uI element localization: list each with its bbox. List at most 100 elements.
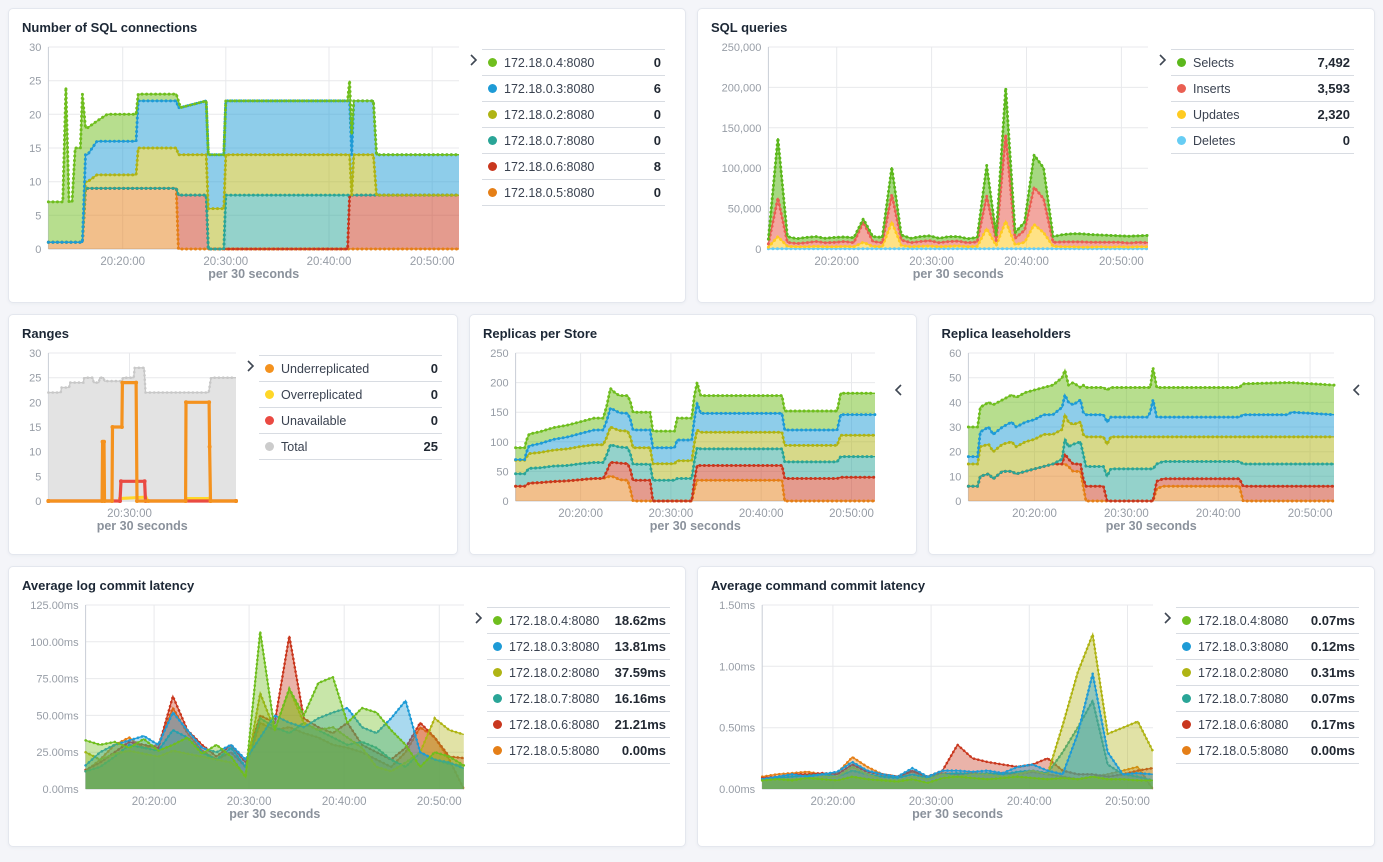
series-color-dot xyxy=(1177,110,1186,119)
series-color-dot xyxy=(488,58,497,67)
series-color-dot xyxy=(1177,58,1186,67)
svg-text:per 30 seconds: per 30 seconds xyxy=(97,519,188,533)
chart-average-command-commit-latency[interactable]: 0.00ms0.50ms1.00ms1.50ms20:20:0020:30:00… xyxy=(711,595,1161,823)
series-color-dot xyxy=(1182,694,1191,703)
legend-collapse-chevron[interactable] xyxy=(1158,53,1167,154)
legend-value: 16.16ms xyxy=(615,691,666,706)
svg-text:250,000: 250,000 xyxy=(722,42,762,54)
svg-text:100.00ms: 100.00ms xyxy=(30,637,79,649)
dashboard-row-2: Ranges 05101520253020:30:00per 30 second… xyxy=(0,314,1383,555)
series-color-dot xyxy=(1182,642,1191,651)
svg-text:25: 25 xyxy=(29,373,41,385)
legend-row: 172.18.0.5:80800 xyxy=(482,180,665,206)
chart-number-of-sql-connections[interactable]: 05101520253020:20:0020:30:0020:40:0020:5… xyxy=(22,37,467,283)
svg-text:1.50ms: 1.50ms xyxy=(719,600,756,612)
legend-value: 0 xyxy=(654,133,661,148)
chart-replicas-per-store[interactable]: 05010015020025020:20:0020:30:0020:40:002… xyxy=(483,343,883,535)
legend-collapse-chevron[interactable] xyxy=(246,359,255,460)
svg-text:20:40:00: 20:40:00 xyxy=(322,796,367,808)
legend-label: Deletes xyxy=(1193,134,1336,148)
chart-sql-queries[interactable]: 050,000100,000150,000200,000250,00020:20… xyxy=(711,37,1156,283)
legend-collapse-chevron[interactable] xyxy=(469,53,478,206)
legend-value: 25 xyxy=(424,439,438,454)
chevron-left-icon xyxy=(1352,383,1361,397)
legend-row: 172.18.0.3:8080 6 xyxy=(482,76,665,102)
dashboard-row-3: Average log commit latency 0.00ms25.00ms… xyxy=(0,566,1383,847)
chart-average-log-commit-latency[interactable]: 0.00ms25.00ms50.00ms75.00ms100.00ms125.0… xyxy=(22,595,472,823)
legend-label: 172.18.0.6:8080 xyxy=(1198,718,1304,732)
series-color-dot xyxy=(1182,616,1191,625)
svg-text:20:20:00: 20:20:00 xyxy=(811,796,856,808)
legend-value: 6 xyxy=(654,81,661,96)
svg-text:10: 10 xyxy=(949,471,961,483)
svg-text:20:50:00: 20:50:00 xyxy=(1105,796,1150,808)
svg-text:30: 30 xyxy=(949,422,961,434)
svg-text:100,000: 100,000 xyxy=(722,163,762,175)
legend-collapse-chevron[interactable] xyxy=(474,611,483,764)
legend-value: 0.12ms xyxy=(1311,639,1355,654)
legend-value: 2,320 xyxy=(1317,107,1350,122)
series-color-dot xyxy=(488,110,497,119)
svg-text:0: 0 xyxy=(502,496,508,508)
svg-text:50.00ms: 50.00ms xyxy=(36,710,79,722)
legend-label: 172.18.0.4:8080 xyxy=(509,614,608,628)
svg-text:100: 100 xyxy=(490,437,508,449)
panel-title: Replicas per Store xyxy=(483,326,903,341)
panel-sql-queries: SQL queries 050,000100,000150,000200,000… xyxy=(697,8,1375,303)
svg-text:20:40:00: 20:40:00 xyxy=(307,256,352,268)
legend-label: 172.18.0.7:8080 xyxy=(509,692,608,706)
legend-row: 172.18.0.4:80800 xyxy=(482,50,665,76)
series-color-dot xyxy=(265,390,274,399)
series-color-dot xyxy=(493,642,502,651)
legend-value: 0.17ms xyxy=(1311,717,1355,732)
panel-ranges: Ranges 05101520253020:30:00per 30 second… xyxy=(8,314,458,555)
chart-ranges[interactable]: 05101520253020:30:00per 30 seconds xyxy=(22,343,244,535)
svg-text:50: 50 xyxy=(496,466,508,478)
panel-title: Replica leaseholders xyxy=(942,326,1362,341)
legend-row: 172.18.0.5:80800.00ms xyxy=(487,738,670,764)
legend-label: Unavailable xyxy=(281,414,424,428)
legend-expand-chevron[interactable] xyxy=(894,383,903,397)
svg-text:20:40:00: 20:40:00 xyxy=(1195,508,1240,520)
series-color-dot xyxy=(1177,136,1186,145)
metrics-dashboard: Number of SQL connections 05101520253020… xyxy=(0,0,1383,862)
legend-collapse-chevron[interactable] xyxy=(1163,611,1172,764)
legend-row: 172.18.0.2:80800.31ms xyxy=(1176,660,1359,686)
legend-label: 172.18.0.3:8080 xyxy=(1198,640,1304,654)
legend-row: Inserts3,593 xyxy=(1171,76,1354,102)
panel-title: Number of SQL connections xyxy=(22,20,672,35)
panel-title: SQL queries xyxy=(711,20,1361,35)
svg-text:20:20:00: 20:20:00 xyxy=(132,796,177,808)
svg-text:15: 15 xyxy=(29,143,41,155)
svg-text:150: 150 xyxy=(490,407,508,419)
legend-label: Updates xyxy=(1193,108,1310,122)
legend-value: 0 xyxy=(654,107,661,122)
legend-row: 172.18.0.6:808021.21ms xyxy=(487,712,670,738)
series-color-dot xyxy=(493,668,502,677)
legend-label: 172.18.0.3:8080 xyxy=(509,640,608,654)
svg-text:50,000: 50,000 xyxy=(728,204,762,216)
series-color-dot xyxy=(493,720,502,729)
svg-text:40: 40 xyxy=(949,397,961,409)
legend-value: 0 xyxy=(1343,133,1350,148)
legend: 172.18.0.4:80800 172.18.0.3:8080 6 172.18… xyxy=(482,49,665,206)
legend: 172.18.0.4:8080 18.62ms 172.18.0.3:8080 13… xyxy=(487,607,670,764)
legend-value: 21.21ms xyxy=(615,717,666,732)
legend-expand-chevron[interactable] xyxy=(1352,383,1361,397)
svg-text:0: 0 xyxy=(35,244,41,256)
legend-label: 172.18.0.7:8080 xyxy=(1198,692,1304,706)
series-color-dot xyxy=(493,746,502,755)
legend-value: 18.62ms xyxy=(615,613,666,628)
svg-text:20: 20 xyxy=(29,397,41,409)
series-color-dot xyxy=(1182,720,1191,729)
svg-text:20: 20 xyxy=(949,447,961,459)
legend-label: 172.18.0.3:8080 xyxy=(504,82,647,96)
svg-text:0: 0 xyxy=(955,496,961,508)
svg-text:150,000: 150,000 xyxy=(722,123,762,135)
chevron-right-icon xyxy=(474,611,483,625)
chart-replica-leaseholders[interactable]: 010203040506020:20:0020:30:0020:40:0020:… xyxy=(942,343,1342,535)
svg-text:20:50:00: 20:50:00 xyxy=(417,796,462,808)
legend-value: 13.81ms xyxy=(615,639,666,654)
svg-text:per 30 seconds: per 30 seconds xyxy=(650,519,741,533)
panel-replicas-per-store: Replicas per Store 05010015020025020:20:… xyxy=(469,314,917,555)
